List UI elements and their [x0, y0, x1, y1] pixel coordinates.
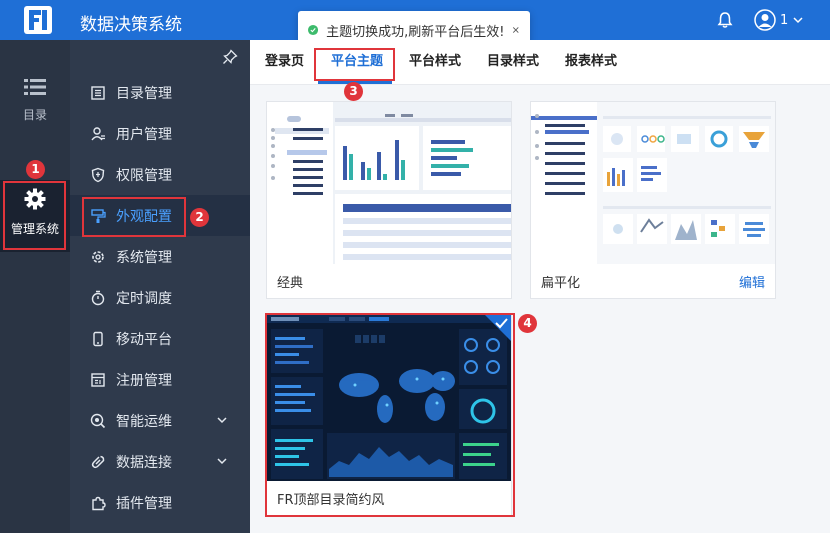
user-icon	[91, 126, 105, 140]
tab-login-page[interactable]: 登录页	[265, 40, 304, 85]
rail-item-admin[interactable]: 管理系统	[0, 180, 70, 252]
ops-icon	[90, 413, 106, 428]
list-icon	[24, 79, 46, 95]
gear-icon	[92, 250, 104, 263]
gear-icon	[24, 188, 46, 210]
tab-report-style[interactable]: 报表样式	[565, 40, 617, 85]
sidebar-item-register[interactable]: 注册管理	[70, 359, 250, 400]
sidebar-item-label: 插件管理	[116, 495, 172, 512]
theme-card-classic[interactable]: 经典	[266, 101, 512, 299]
annotation-badge: 2	[190, 208, 209, 227]
app-logo-icon[interactable]	[24, 6, 52, 34]
theme-name: 经典	[277, 275, 304, 291]
sidebar-item-label: 数据连接	[116, 454, 172, 471]
sidebar-item-label: 移动平台	[116, 331, 172, 348]
chevron-down-icon[interactable]	[216, 414, 228, 426]
sidebar-item-label: 系统管理	[116, 249, 172, 266]
user-menu[interactable]: 1	[754, 9, 804, 31]
theme-preview-classic	[267, 102, 511, 264]
theme-card-fr-top-catalog[interactable]: FR顶部目录简约风	[266, 314, 512, 516]
sidebar-item-label: 注册管理	[116, 372, 172, 389]
stopwatch-icon	[91, 290, 105, 305]
app-title: 数据决策系统	[80, 15, 182, 35]
link-icon	[91, 455, 105, 468]
user-name: 1	[780, 12, 789, 28]
chevron-down-icon	[793, 17, 803, 24]
close-icon[interactable]	[512, 24, 520, 36]
avatar-icon	[754, 9, 776, 31]
sidebar-menu: 目录管理 用户管理 权限管理 外观配置 系统管理 定时调度 移动平台 注册管理	[70, 72, 250, 523]
left-rail: 目录 管理系统	[0, 40, 70, 533]
bell-icon[interactable]	[716, 11, 734, 29]
annotation-badge: 4	[518, 314, 537, 333]
shield-icon	[91, 167, 105, 182]
theme-card-footer: 扁平化 编辑	[531, 264, 775, 298]
theme-name: FR顶部目录简约风	[277, 492, 385, 508]
sidebar-item-schedule[interactable]: 定时调度	[70, 277, 250, 318]
theme-preview-dark	[267, 315, 511, 481]
sidebar-item-system[interactable]: 系统管理	[70, 236, 250, 277]
theme-preview-flat	[531, 102, 775, 264]
sidebar-item-permissions[interactable]: 权限管理	[70, 154, 250, 195]
sidebar-item-label: 用户管理	[116, 126, 172, 143]
theme-gallery: 经典 扁平化 编辑 FR顶部目录简约风	[250, 85, 830, 533]
sidebar-item-plugins[interactable]: 插件管理	[70, 482, 250, 523]
sidebar-item-mobile[interactable]: 移动平台	[70, 318, 250, 359]
register-icon	[91, 372, 105, 387]
tab-platform-style[interactable]: 平台样式	[409, 40, 461, 85]
paint-icon	[91, 208, 106, 223]
theme-card-footer: 经典	[267, 264, 511, 298]
catalog-icon	[91, 85, 105, 100]
sidebar-item-label: 定时调度	[116, 290, 172, 307]
sidebar-item-users[interactable]: 用户管理	[70, 113, 250, 154]
rail-item-catalog-label: 目录	[22, 108, 47, 122]
theme-name: 扁平化	[541, 275, 581, 291]
sidebar-item-label: 智能运维	[116, 413, 172, 430]
theme-card-footer: FR顶部目录简约风	[267, 481, 511, 515]
rail-item-admin-label: 管理系统	[10, 222, 59, 236]
sidebar-item-label: 外观配置	[116, 208, 172, 225]
tab-platform-theme[interactable]: 平台主题	[331, 40, 383, 85]
toast-message: 主题切换成功,刷新平台后生效!	[326, 24, 505, 40]
pin-icon[interactable]	[222, 49, 238, 65]
annotation-badge: 1	[26, 160, 45, 179]
sidebar-item-data-connection[interactable]: 数据连接	[70, 441, 250, 482]
sidebar-item-label: 目录管理	[116, 85, 172, 102]
success-check-icon	[308, 24, 319, 36]
plugin-icon	[92, 496, 106, 510]
theme-edit-link[interactable]: 编辑	[739, 272, 765, 291]
rail-item-catalog[interactable]: 目录	[0, 70, 70, 140]
chevron-down-icon[interactable]	[216, 455, 228, 467]
sidebar-item-appearance[interactable]: 外观配置	[70, 195, 250, 236]
sidebar-item-label: 权限管理	[116, 167, 172, 184]
sidebar-item-catalog[interactable]: 目录管理	[70, 72, 250, 113]
sidebar-item-ops[interactable]: 智能运维	[70, 400, 250, 441]
theme-card-flat[interactable]: 扁平化 编辑	[530, 101, 776, 299]
tab-bar: 登录页 平台主题 平台样式 目录样式 报表样式	[250, 40, 830, 85]
tab-catalog-style[interactable]: 目录样式	[487, 40, 539, 85]
annotation-badge: 3	[344, 82, 363, 101]
mobile-icon	[93, 331, 103, 346]
sidebar: 目录管理 用户管理 权限管理 外观配置 系统管理 定时调度 移动平台 注册管理	[70, 40, 250, 533]
